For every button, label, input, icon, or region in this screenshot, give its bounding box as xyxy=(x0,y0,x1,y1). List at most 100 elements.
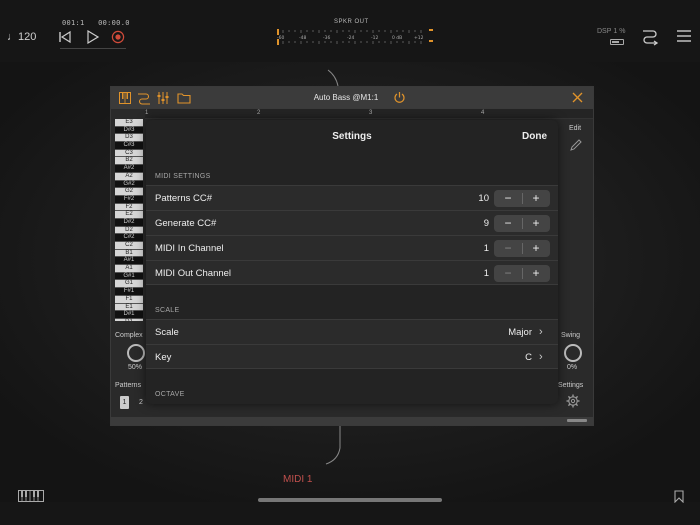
plugin-title-text: Auto Bass @M1:1 xyxy=(313,93,379,102)
piano-key[interactable]: B1 xyxy=(115,249,143,258)
rewind-button[interactable] xyxy=(58,30,72,44)
piano-key[interactable]: C3 xyxy=(115,149,143,158)
piano-key[interactable]: G#1 xyxy=(115,272,143,281)
meter-tick: -60 xyxy=(277,35,284,41)
piano-key[interactable]: C#3 xyxy=(115,142,143,150)
ruler-bar: 1 xyxy=(145,110,149,116)
piano-key[interactable]: F#1 xyxy=(115,288,143,296)
piano-key[interactable]: D3 xyxy=(115,134,143,143)
increment-button[interactable]: + xyxy=(522,265,550,282)
piano-key[interactable]: D#2 xyxy=(115,218,143,227)
tempo-display[interactable]: ♩120 xyxy=(7,31,36,43)
plugin-header: Auto Bass @M1:1 xyxy=(111,87,593,109)
setting-label: Generate CC# xyxy=(155,218,217,229)
setting-value: 10 xyxy=(478,193,489,204)
rewind-icon xyxy=(59,30,71,44)
home-indicator[interactable] xyxy=(258,498,442,502)
piano-key[interactable]: A#1 xyxy=(115,257,143,266)
routing-button[interactable] xyxy=(641,27,659,47)
decrement-button[interactable]: − xyxy=(494,240,522,257)
settings-dialog: Settings Done MIDI SETTINGS Patterns CC#… xyxy=(146,120,558,404)
plugin-bottom-bar xyxy=(111,417,593,425)
piano-key[interactable]: C#2 xyxy=(115,234,143,242)
done-button[interactable]: Done xyxy=(522,131,547,142)
bar-position: 001:1 xyxy=(62,19,85,27)
meter-tick: 0 dB xyxy=(392,35,402,41)
menu-button[interactable] xyxy=(677,29,691,43)
setting-row-midi-out-channel: MIDI Out Channel 1 − + xyxy=(146,260,558,285)
resize-grip[interactable] xyxy=(567,419,587,422)
piano-key[interactable]: G#2 xyxy=(115,180,143,189)
setting-row-key[interactable]: Key C › xyxy=(146,344,558,369)
setting-label: Scale xyxy=(155,327,179,338)
piano-key[interactable]: F#2 xyxy=(115,195,143,204)
piano-key[interactable]: F1 xyxy=(115,295,143,304)
piano-key[interactable]: G2 xyxy=(115,188,143,196)
piano-key[interactable]: D#3 xyxy=(115,126,143,135)
gear-icon xyxy=(566,394,580,408)
increment-button[interactable]: + xyxy=(522,215,550,232)
chevron-right-icon: › xyxy=(539,326,543,338)
record-button[interactable] xyxy=(111,30,125,44)
keyboard-icon xyxy=(18,490,44,502)
increment-button[interactable]: + xyxy=(522,190,550,207)
piano-key[interactable]: C2 xyxy=(115,242,143,250)
close-icon xyxy=(572,92,583,103)
meter-tick: -12 xyxy=(371,35,378,41)
piano-key[interactable]: D#1 xyxy=(115,311,143,319)
timeline-ruler[interactable]: 1 2 3 4 xyxy=(145,109,593,119)
decrement-button[interactable]: − xyxy=(494,190,522,207)
setting-label: Patterns CC# xyxy=(155,193,213,204)
power-button[interactable] xyxy=(393,91,406,104)
meter-tick: +12 xyxy=(414,35,424,41)
piano-key[interactable]: B2 xyxy=(115,157,143,166)
keyboard-button[interactable] xyxy=(18,490,44,502)
setting-value: 9 xyxy=(483,218,489,229)
swing-value: 0% xyxy=(567,364,578,371)
settings-button[interactable] xyxy=(566,394,580,408)
setting-label: MIDI In Channel xyxy=(155,243,224,254)
routing-icon xyxy=(643,30,659,46)
setting-label: Key xyxy=(155,352,172,363)
close-button[interactable] xyxy=(572,92,583,103)
play-icon xyxy=(87,30,100,44)
decrement-button[interactable]: − xyxy=(494,215,522,232)
piano-keyboard[interactable]: E3 D#3 D3 C#3 C3 B2 A#2 A2 G#2 G2 F#2 F2 E2 D#2 D2 C#2 C… xyxy=(115,119,143,321)
piano-key[interactable]: E3 xyxy=(115,119,143,127)
piano-key[interactable]: D2 xyxy=(115,226,143,235)
setting-row-generate-cc: Generate CC# 9 − + xyxy=(146,210,558,235)
piano-key[interactable]: F2 xyxy=(115,203,143,212)
midi-in-channel-stepper: − + xyxy=(494,240,550,257)
setting-row-midi-in-channel: MIDI In Channel 1 − + xyxy=(146,235,558,260)
piano-key[interactable]: A2 xyxy=(115,172,143,181)
settings-label: Settings xyxy=(558,382,584,389)
patterns-cc-stepper: − + xyxy=(494,190,550,207)
power-icon xyxy=(394,92,405,103)
output-meter-label: SPKR OUT xyxy=(334,19,369,25)
increment-button[interactable]: + xyxy=(522,240,550,257)
piano-key[interactable]: A#2 xyxy=(115,165,143,173)
midi-out-channel-stepper: − + xyxy=(494,265,550,282)
piano-key[interactable]: E2 xyxy=(115,211,143,219)
output-level-meter: -60 -48 -36 -24 -12 0 dB +12 xyxy=(275,27,435,49)
decrement-button[interactable]: − xyxy=(494,265,522,282)
swing-label: Swing xyxy=(561,332,581,339)
dialog-title: Settings xyxy=(332,131,372,142)
dsp-readout: DSP 1 % xyxy=(597,28,625,35)
complexity-knob[interactable] xyxy=(127,344,145,362)
piano-key[interactable]: E1 xyxy=(115,303,143,312)
piano-key[interactable]: A1 xyxy=(115,265,143,273)
edit-button[interactable] xyxy=(569,138,583,152)
ruler-bar: 2 xyxy=(257,110,261,116)
pattern-button-2[interactable]: 2 xyxy=(139,399,143,406)
midi-output-label[interactable]: MIDI 1 xyxy=(283,474,312,485)
dsp-value: 1 % xyxy=(613,28,626,35)
pattern-button-1[interactable]: 1 xyxy=(120,396,129,409)
piano-key[interactable]: D1 xyxy=(115,318,143,321)
play-button[interactable] xyxy=(86,30,100,44)
piano-key[interactable]: G1 xyxy=(115,280,143,289)
bookmark-button[interactable] xyxy=(674,490,684,503)
meter-tick: -36 xyxy=(323,35,330,41)
setting-row-scale[interactable]: Scale Major › xyxy=(146,319,558,344)
swing-knob[interactable] xyxy=(564,344,582,362)
